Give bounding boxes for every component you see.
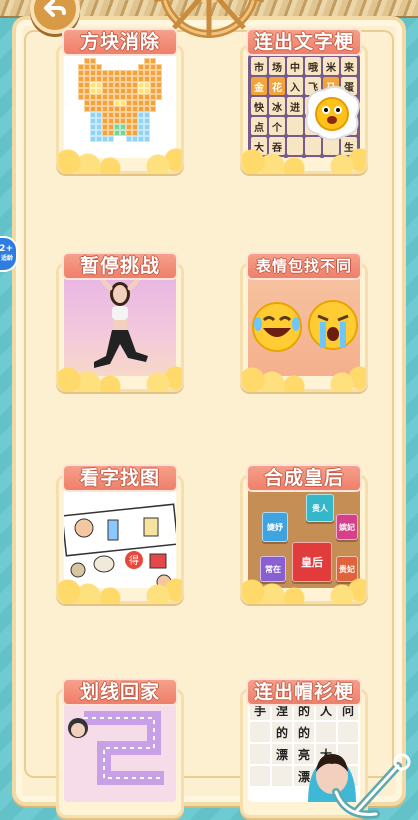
- pixel-art-grid: [72, 58, 168, 154]
- card-cloud: [58, 578, 182, 604]
- grid-char: [316, 722, 336, 742]
- svg-text:得: 得: [129, 555, 139, 567]
- card-cloud: [58, 148, 182, 174]
- grid-char: [250, 744, 270, 764]
- grid-char: [250, 722, 270, 742]
- pixel-cat-image: [64, 54, 176, 158]
- card-title: 合成皇后: [246, 464, 362, 492]
- grid-char: [250, 766, 270, 786]
- card-title: 连出帽衫梗: [246, 678, 362, 706]
- grid-char: 来: [341, 57, 357, 75]
- grid-char: [338, 722, 358, 742]
- maze-path-icon: [68, 711, 164, 785]
- anchor-icon: [332, 753, 411, 819]
- crying-emoji-icon: [308, 300, 358, 350]
- grid-char: 市: [251, 57, 267, 75]
- merge-board: 婕妤 贵人 嫔妃 皇后 常在 贵妃: [248, 484, 360, 588]
- game-card-pause-challenge[interactable]: 暂停挑战: [56, 252, 184, 392]
- grid-char: 快: [251, 97, 267, 115]
- laughing-emoji-icon: [252, 302, 302, 352]
- word-grid-image: 市场中哦米来金花入飞马蛋快冰进日点个心大吞生哥哦我揭喝抢: [248, 54, 360, 158]
- card-cloud: [58, 366, 182, 392]
- grid-char: 哦: [305, 57, 321, 75]
- game-card-emoji-diff[interactable]: 表情包找不同: [240, 252, 368, 392]
- dancer-figure-icon: [94, 272, 148, 368]
- game-card-block-clear[interactable]: 方块消除: [56, 28, 184, 174]
- merge-tile: 贵人: [306, 494, 334, 522]
- grid-char: 米: [323, 57, 339, 75]
- fried-egg-mascot-icon: [305, 85, 360, 141]
- game-card-find-by-word[interactable]: 得 看字找图: [56, 464, 184, 604]
- grid-char: 中: [287, 57, 303, 75]
- merge-tile: 婕妤: [262, 512, 288, 542]
- merge-board-image: 婕妤 贵人 嫔妃 皇后 常在 贵妃: [248, 484, 360, 588]
- merge-tile: 皇后: [292, 542, 332, 582]
- card-title: 方块消除: [62, 28, 178, 56]
- emoji-image: [248, 272, 360, 376]
- dancing-girl-image: [64, 272, 176, 376]
- grid-char: 漂: [272, 744, 292, 764]
- card-title: 暂停挑战: [62, 252, 178, 280]
- game-card-word-link[interactable]: 市场中哦米来金花入飞马蛋快冰进日点个心大吞生哥哦我揭喝抢 连出文字梗: [240, 28, 368, 174]
- card-title: 看字找图: [62, 464, 178, 492]
- card-title: 表情包找不同: [246, 252, 362, 280]
- grid-char: 金: [251, 77, 267, 95]
- game-card-draw-line-home[interactable]: 划线回家: [56, 678, 184, 818]
- grid-char: 的: [294, 722, 314, 742]
- age-rating-value: 12+: [0, 244, 13, 254]
- age-rating-label: 适龄: [0, 255, 13, 262]
- grid-char: 冰: [269, 97, 285, 115]
- grid-char: 的: [272, 722, 292, 742]
- grid-char: 个: [269, 117, 285, 135]
- card-cloud: [242, 366, 366, 392]
- grid-char: 花: [269, 77, 285, 95]
- card-cloud: [242, 578, 366, 604]
- grid-char: [272, 766, 292, 786]
- grid-char: 点: [251, 117, 267, 135]
- game-card-merge-queen[interactable]: 婕妤 贵人 嫔妃 皇后 常在 贵妃 合成皇后: [240, 464, 368, 604]
- maze-image: [64, 698, 176, 802]
- card-title: 连出文字梗: [246, 28, 362, 56]
- hidden-object-image: 得: [64, 484, 176, 588]
- back-arrow-icon: [44, 0, 66, 17]
- card-cloud: [242, 148, 366, 174]
- cartoon-objects-icon: 得: [64, 503, 176, 588]
- grid-char: 场: [269, 57, 285, 75]
- merge-tile: 嫔妃: [336, 514, 358, 540]
- card-title: 划线回家: [62, 678, 178, 706]
